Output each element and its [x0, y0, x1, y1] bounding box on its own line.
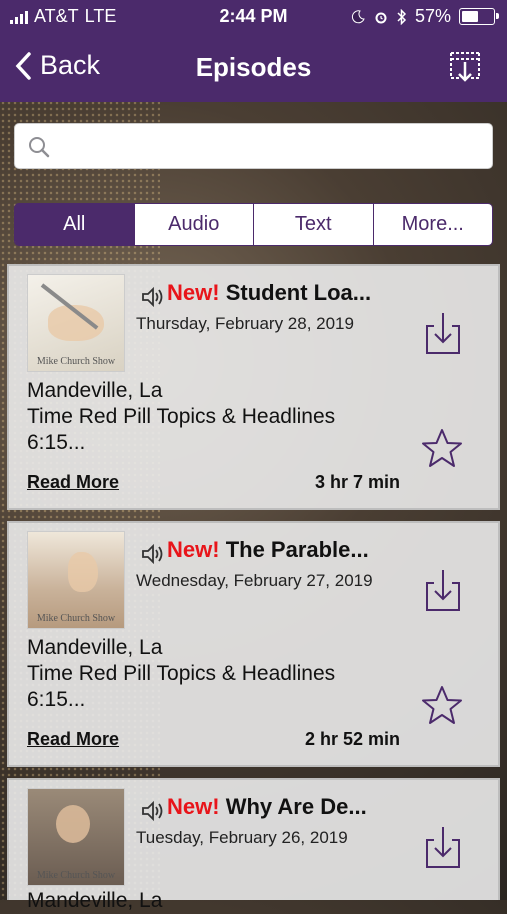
episode-duration: 2 hr 52 min — [304, 729, 400, 749]
episode-title: New! Student Loa... — [167, 280, 371, 306]
speaker-icon — [142, 286, 163, 308]
download-all-button[interactable] — [447, 50, 483, 87]
search-box[interactable] — [14, 123, 493, 169]
episode-date: Thursday, February 28, 2019 — [136, 314, 354, 333]
bluetooth-icon — [397, 8, 407, 25]
episode-thumbnail: Mike Church Show — [27, 274, 125, 372]
thumbnail-caption: Mike Church Show — [36, 356, 116, 367]
episode-card[interactable]: Mike Church Show New! Student Loa... Thu… — [7, 264, 500, 510]
episode-thumbnail: Mike Church Show — [27, 788, 125, 886]
battery-percent: 57% — [414, 6, 451, 26]
navigation-bar: Back Episodes — [0, 34, 507, 102]
tab-more[interactable]: More... — [372, 204, 492, 245]
thumbnail-caption: Mike Church Show — [36, 870, 116, 881]
download-button[interactable] — [424, 310, 462, 361]
download-button[interactable] — [424, 567, 462, 618]
episode-duration: 3 hr 7 min — [314, 472, 400, 492]
read-more-link[interactable]: Read More — [27, 472, 119, 493]
page-title: Episodes — [195, 52, 312, 82]
new-badge: New! — [167, 794, 220, 819]
episode-card[interactable]: Mike Church Show New! Why Are De... Tues… — [7, 778, 500, 912]
star-icon — [422, 429, 462, 467]
episode-title-text: Student Loa... — [225, 280, 372, 305]
speaker-icon — [142, 543, 163, 565]
search-icon — [29, 137, 50, 158]
download-all-icon — [450, 52, 480, 82]
download-icon — [426, 570, 460, 611]
episode-title: New! Why Are De... — [167, 794, 367, 820]
new-badge: New! — [167, 537, 220, 562]
battery-icon — [459, 8, 499, 25]
download-icon — [426, 827, 460, 868]
tab-text[interactable]: Text — [253, 204, 373, 245]
search-input[interactable] — [59, 130, 483, 164]
moon-icon — [351, 9, 365, 23]
episode-description: Mandeville, La — [27, 889, 163, 912]
thumbnail-caption: Mike Church Show — [36, 613, 116, 624]
tab-all[interactable]: All — [15, 204, 134, 245]
episode-card[interactable]: Mike Church Show New! The Parable... Wed… — [7, 521, 500, 767]
download-icon — [426, 313, 460, 354]
alarm-icon — [375, 12, 387, 23]
new-badge: New! — [167, 280, 220, 305]
tab-audio[interactable]: Audio — [133, 204, 253, 245]
episode-title: New! The Parable... — [167, 537, 369, 563]
speaker-icon — [142, 800, 163, 822]
episode-title-text: Why Are De... — [225, 794, 367, 819]
read-more-link[interactable]: Read More — [27, 729, 119, 750]
download-button[interactable] — [424, 824, 462, 875]
filter-segmented-control: All Audio Text More... — [14, 203, 493, 246]
favorite-button[interactable] — [420, 427, 464, 474]
star-icon — [422, 686, 462, 724]
episode-description: Mandeville, La Time Red Pill Topics & He… — [27, 636, 336, 711]
favorite-button[interactable] — [420, 684, 464, 731]
episode-date: Tuesday, February 26, 2019 — [136, 828, 348, 847]
status-bar: AT&T LTE 2:44 PM 57% — [0, 0, 507, 34]
episode-description: Mandeville, La Time Red Pill Topics & He… — [27, 379, 336, 454]
episode-thumbnail: Mike Church Show — [27, 531, 125, 629]
episode-date: Wednesday, February 27, 2019 — [136, 571, 373, 590]
episode-title-text: The Parable... — [225, 537, 369, 562]
